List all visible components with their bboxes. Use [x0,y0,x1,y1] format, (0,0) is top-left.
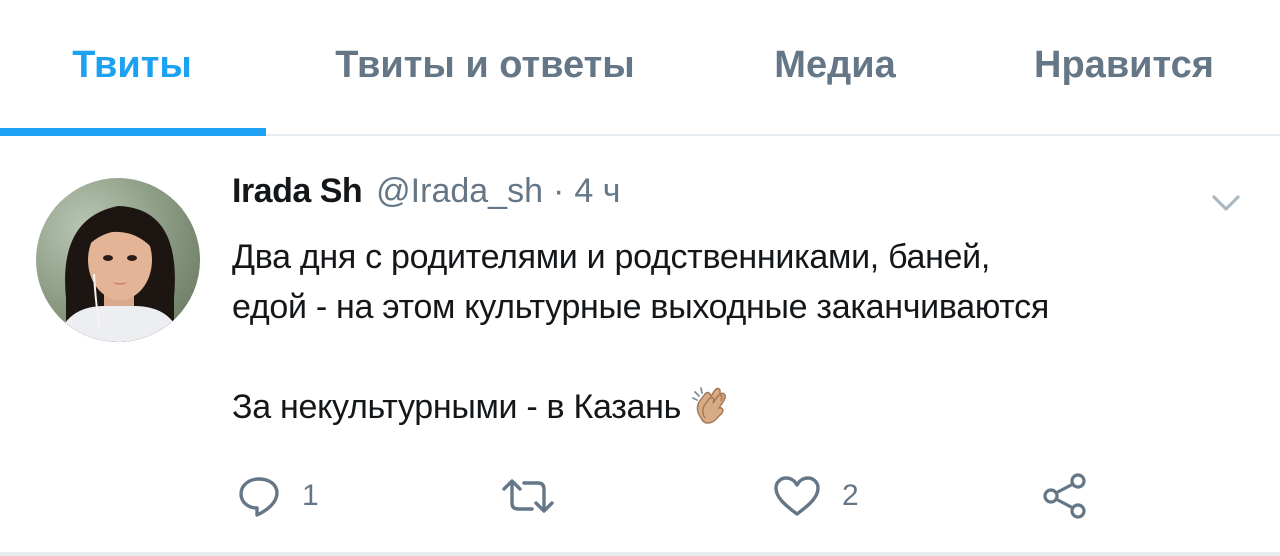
like-button[interactable]: 2 [772,466,859,526]
display-name[interactable]: Irada Sh [232,172,363,211]
like-count: 2 [842,479,859,512]
tab-likes[interactable]: Нравится [1010,0,1238,136]
profile-tabs: Твиты Твиты и ответы Медиа Нравится [0,0,1280,136]
tweet-header: Irada Sh @Irada_sh · 4 ч [232,172,620,220]
reply-count: 1 [302,479,319,512]
tweet-divider [0,552,1280,556]
heart-icon [772,473,822,519]
tweet-text-line: Два дня с родителями и родственниками, б… [232,238,990,276]
retweet-button[interactable] [500,466,576,526]
tab-tweets-label: Твиты [72,43,192,86]
chevron-down-icon[interactable] [1206,188,1246,218]
tweet-text-line3: За некультурными - в Казань [232,388,681,426]
tweet[interactable]: Irada Sh @Irada_sh · 4 ч Два дня с родит… [0,136,1280,546]
tab-tweets-and-replies-label: Твиты и ответы [335,43,635,86]
tweet-text: Два дня с родителями и родственниками, б… [232,232,1262,432]
reply-icon [236,473,282,519]
tab-media-label: Медиа [774,43,896,86]
active-tab-indicator [0,128,266,136]
avatar[interactable] [36,178,200,342]
retweet-icon [500,473,556,519]
tab-tweets[interactable]: Твиты [0,0,264,136]
tweet-timestamp[interactable]: 4 ч [574,172,620,211]
separator-dot: · [553,172,565,210]
share-button[interactable] [1040,466,1090,526]
tab-media[interactable]: Медиа [740,0,930,136]
clapping-hands-icon [689,384,733,428]
tweet-actions: 1 2 [0,466,1280,526]
tweet-text-line: едой - на этом культурные выходные закан… [232,288,1049,326]
reply-button[interactable]: 1 [236,466,319,526]
tab-likes-label: Нравится [1034,43,1214,86]
tab-tweets-and-replies[interactable]: Твиты и ответы [300,0,670,136]
user-handle[interactable]: @Irada_sh [376,172,543,211]
share-icon [1040,471,1090,521]
tweet-text-line: За некультурными - в Казань [232,382,1262,432]
